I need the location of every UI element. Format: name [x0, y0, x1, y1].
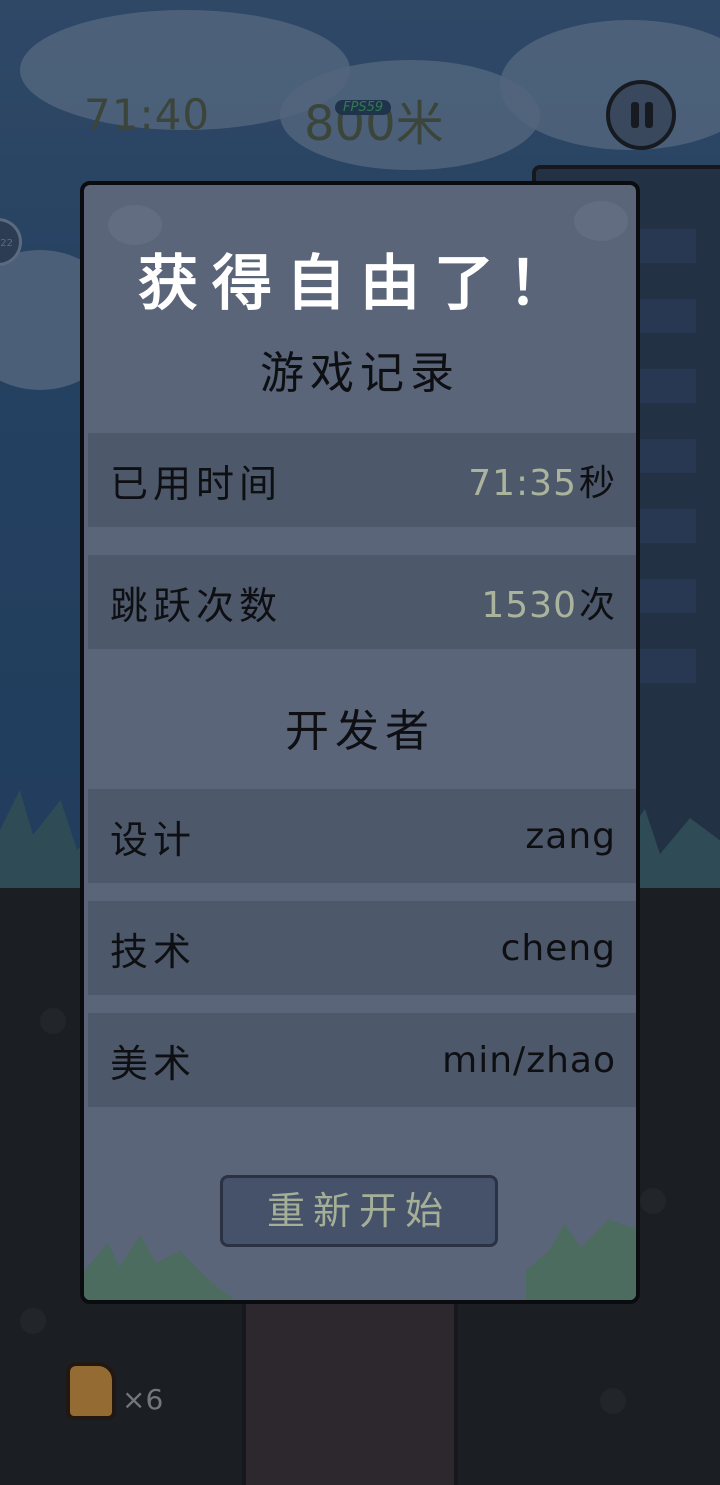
credit-row-design: 设计 zang: [88, 789, 636, 883]
restart-button[interactable]: 重新开始: [220, 1175, 498, 1247]
credit-row-art: 美术 min/zhao: [88, 1013, 636, 1107]
stat-row-jumps: 跳跃次数 1530次: [88, 555, 636, 649]
record-heading: 游戏记录: [260, 348, 460, 399]
stat-value: 71:35秒: [468, 454, 616, 506]
credit-label: 设计: [110, 817, 197, 862]
stat-number: 71:35: [468, 463, 577, 504]
dialog-title: 获得自由了！: [138, 249, 582, 319]
game-over-dialog: 获得自由了！ 游戏记录 已用时间 71:35秒 跳跃次数 1530次 开发者 设…: [80, 181, 640, 1304]
stat-number: 1530: [481, 585, 577, 626]
stat-row-time: 已用时间 71:35秒: [88, 433, 636, 527]
developers-heading: 开发者: [285, 706, 435, 757]
stat-unit: 秒: [578, 463, 616, 504]
credit-label: 技术: [110, 929, 197, 974]
stat-label: 跳跃次数: [110, 583, 283, 628]
stat-unit: 次: [578, 585, 616, 626]
credit-value: zang: [525, 815, 616, 857]
credit-value: min/zhao: [442, 1039, 616, 1081]
stat-value: 1530次: [481, 576, 616, 628]
credit-label: 美术: [110, 1041, 197, 1086]
credit-value: cheng: [500, 927, 616, 969]
stat-label: 已用时间: [110, 461, 283, 506]
grass-decoration: [526, 1219, 636, 1300]
credit-row-tech: 技术 cheng: [88, 901, 636, 995]
